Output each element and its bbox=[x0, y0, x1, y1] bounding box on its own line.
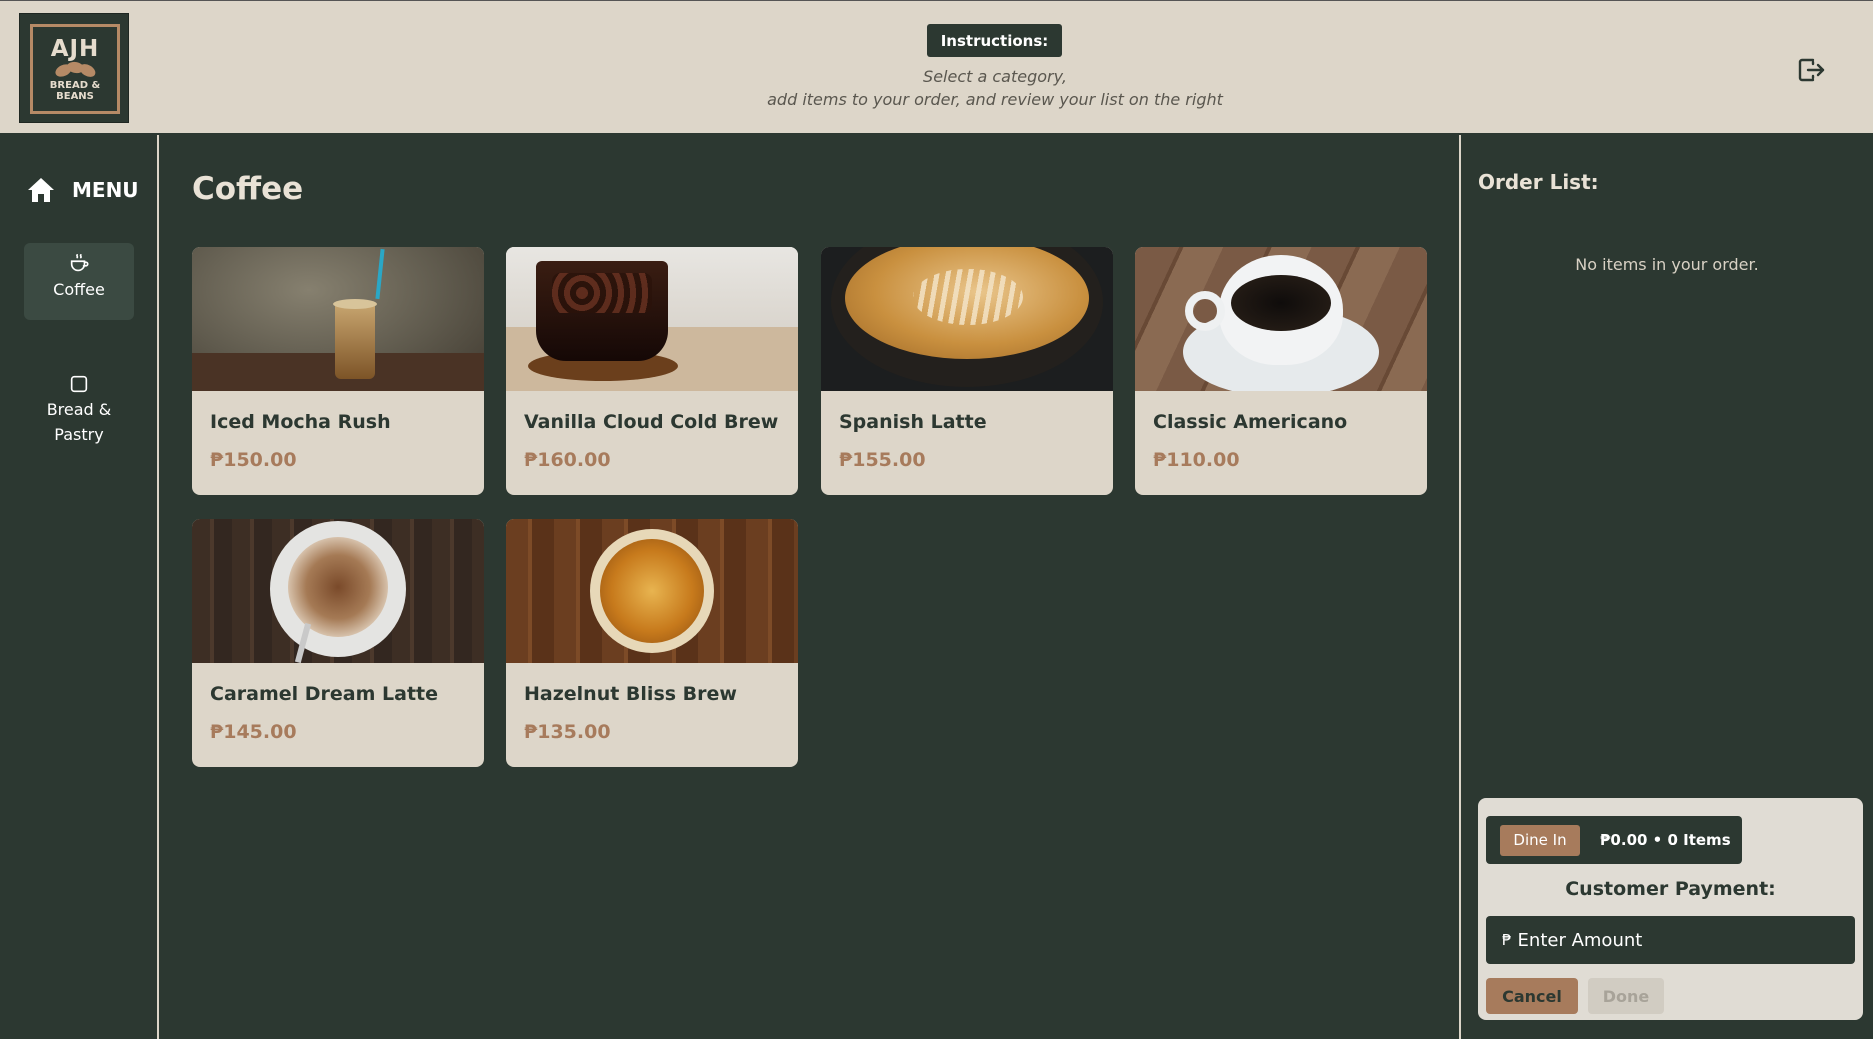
product-price: ₱145.00 bbox=[210, 721, 297, 743]
category-sidebar: MENU Coffee Bread & Pastry bbox=[0, 135, 159, 1039]
product-image bbox=[192, 247, 484, 391]
product-name: Classic Americano bbox=[1153, 411, 1348, 433]
coffee-beans-icon bbox=[52, 60, 98, 80]
instructions-line-1: Select a category, bbox=[923, 67, 1067, 86]
done-button[interactable]: Done bbox=[1588, 978, 1664, 1014]
sidebar-item-label: Coffee bbox=[53, 280, 105, 299]
product-image bbox=[1135, 247, 1427, 391]
product-price: ₱155.00 bbox=[839, 449, 926, 471]
order-total-summary: ₱0.00 • 0 Items bbox=[1600, 831, 1731, 849]
logout-icon[interactable] bbox=[1796, 55, 1826, 85]
square-icon bbox=[70, 375, 88, 393]
product-name: Vanilla Cloud Cold Brew bbox=[524, 411, 779, 433]
menu-header[interactable]: MENU bbox=[26, 175, 139, 205]
logo-subtitle-1: BREAD & bbox=[49, 79, 101, 91]
menu-label: MENU bbox=[72, 178, 139, 202]
product-image bbox=[506, 519, 798, 663]
order-summary-bar: Dine In ₱0.00 • 0 Items bbox=[1486, 816, 1742, 864]
payment-box: Dine In ₱0.00 • 0 Items Customer Payment… bbox=[1478, 798, 1863, 1020]
peso-icon: ₱ bbox=[1502, 931, 1512, 949]
product-card-iced-mocha-rush[interactable]: Iced Mocha Rush ₱150.00 bbox=[192, 247, 484, 495]
brand-logo: AJH BREAD & BEANS bbox=[19, 13, 129, 123]
amount-field[interactable]: ₱ bbox=[1486, 916, 1855, 964]
customer-payment-label: Customer Payment: bbox=[1565, 878, 1776, 900]
amount-input[interactable] bbox=[1517, 929, 1838, 951]
coffee-cup-icon bbox=[70, 254, 89, 272]
product-image bbox=[821, 247, 1113, 391]
product-name: Spanish Latte bbox=[839, 411, 987, 433]
top-header: AJH BREAD & BEANS Instructions: Select a… bbox=[0, 0, 1873, 134]
product-price: ₱160.00 bbox=[524, 449, 611, 471]
product-area: Coffee Iced Mocha Rush ₱150.00 Vanilla C… bbox=[160, 135, 1459, 1039]
sidebar-item-label: Bread & Pastry bbox=[46, 400, 112, 444]
category-title: Coffee bbox=[192, 171, 304, 207]
product-card-hazelnut-bliss-brew[interactable]: Hazelnut Bliss Brew ₱135.00 bbox=[506, 519, 798, 767]
order-list-title: Order List: bbox=[1478, 170, 1599, 194]
product-card-caramel-dream-latte[interactable]: Caramel Dream Latte ₱145.00 bbox=[192, 519, 484, 767]
product-name: Caramel Dream Latte bbox=[210, 683, 439, 705]
logo-title: AJH bbox=[50, 35, 100, 62]
product-price: ₱150.00 bbox=[210, 449, 297, 471]
product-name: Iced Mocha Rush bbox=[210, 411, 391, 433]
product-card-vanilla-cloud-cold-brew[interactable]: Vanilla Cloud Cold Brew ₱160.00 bbox=[506, 247, 798, 495]
product-image bbox=[192, 519, 484, 663]
product-card-classic-americano[interactable]: Classic Americano ₱110.00 bbox=[1135, 247, 1427, 495]
product-price: ₱110.00 bbox=[1153, 449, 1240, 471]
order-panel: Order List: No items in your order. Dine… bbox=[1459, 135, 1873, 1039]
empty-order-message: No items in your order. bbox=[1575, 255, 1759, 274]
sidebar-item-coffee[interactable]: Coffee bbox=[24, 243, 134, 320]
product-image bbox=[506, 247, 798, 391]
dine-in-toggle[interactable]: Dine In bbox=[1500, 824, 1580, 856]
instructions-line-2: add items to your order, and review your… bbox=[767, 90, 1223, 109]
product-name: Hazelnut Bliss Brew bbox=[524, 683, 737, 705]
home-icon bbox=[28, 178, 54, 202]
sidebar-item-bread-pastry[interactable]: Bread & Pastry bbox=[24, 363, 134, 463]
logo-subtitle-2: BEANS bbox=[56, 90, 94, 102]
instructions-badge: Instructions: bbox=[927, 24, 1062, 57]
cancel-button[interactable]: Cancel bbox=[1486, 978, 1578, 1014]
product-price: ₱135.00 bbox=[524, 721, 611, 743]
logo-frame: AJH BREAD & BEANS bbox=[30, 24, 120, 114]
product-card-spanish-latte[interactable]: Spanish Latte ₱155.00 bbox=[821, 247, 1113, 495]
